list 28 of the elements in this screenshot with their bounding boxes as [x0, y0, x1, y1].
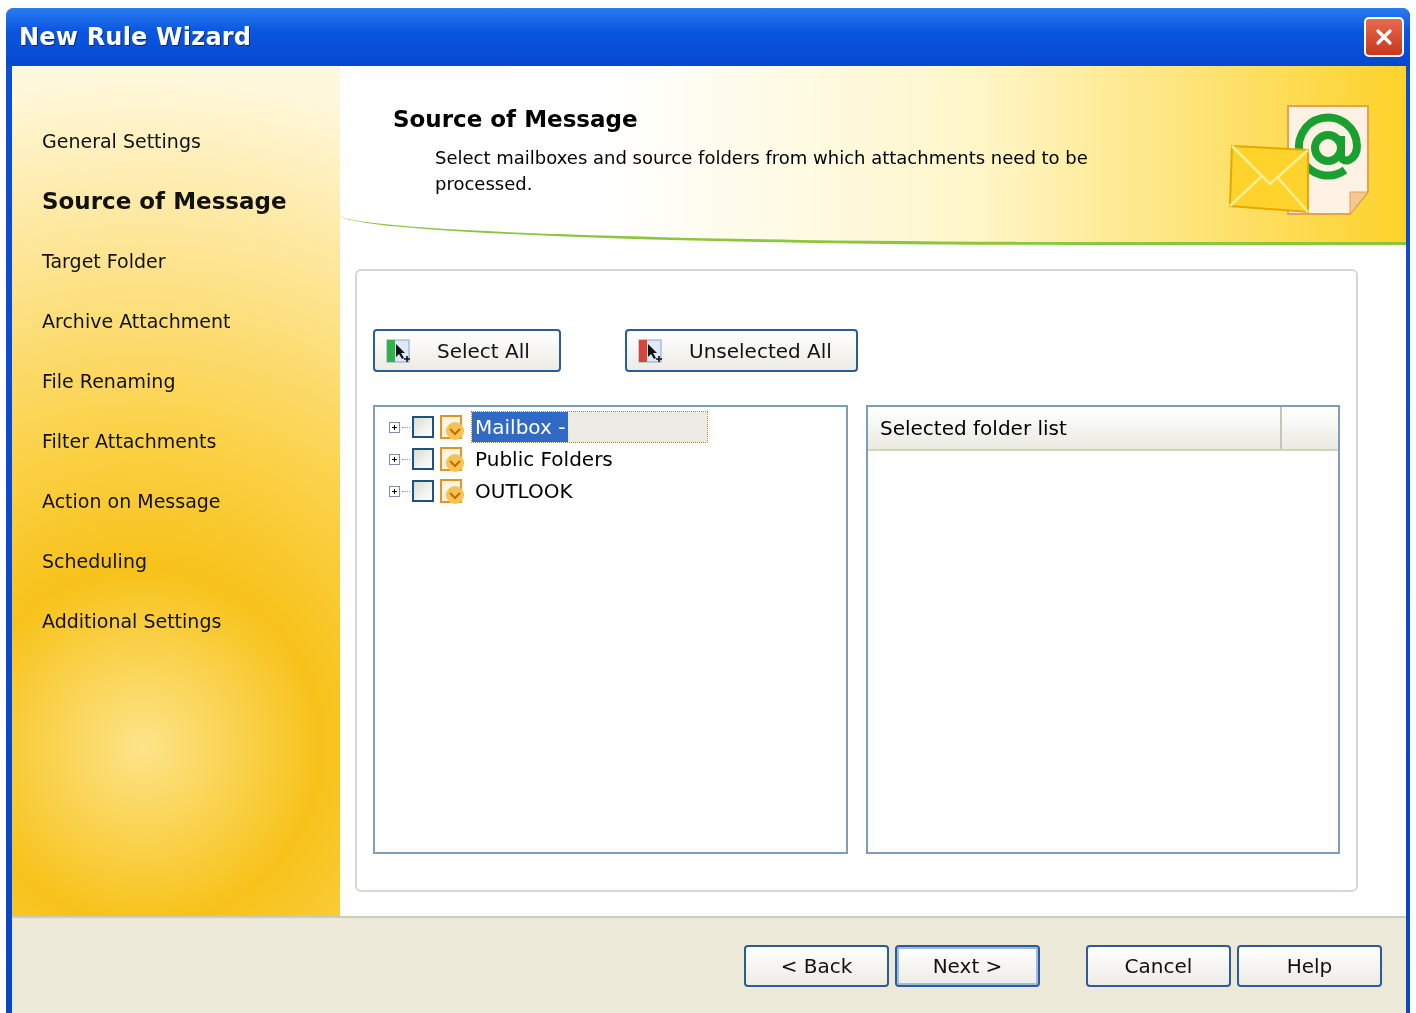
- expand-icon[interactable]: [389, 453, 400, 465]
- wizard-step[interactable]: General Settings: [42, 110, 340, 170]
- page-title: Source of Message: [393, 106, 639, 132]
- wizard-step[interactable]: File Renaming: [42, 350, 340, 410]
- wizard-button[interactable]: Help: [1237, 944, 1382, 987]
- wizard-step[interactable]: Filter Attachments: [42, 410, 340, 470]
- wizard-step[interactable]: Additional Settings: [42, 590, 340, 650]
- checkbox[interactable]: [412, 480, 434, 502]
- wizard-button[interactable]: < Back: [744, 944, 889, 987]
- page-description: Select mailboxes and source folders from which attachments need to be processed.: [435, 146, 1089, 196]
- checkbox[interactable]: [412, 448, 434, 470]
- tree-item[interactable]: Public Folders: [472, 444, 616, 474]
- wizard-step[interactable]: Scheduling: [42, 530, 340, 590]
- wizard-button[interactable]: Next >: [895, 944, 1040, 987]
- select-all-button[interactable]: Select All: [373, 329, 561, 372]
- wizard-button[interactable]: Cancel: [1086, 944, 1231, 987]
- wizard-step[interactable]: Action on Message: [42, 470, 340, 530]
- close-button[interactable]: [1364, 17, 1404, 57]
- checkbox[interactable]: [412, 416, 434, 438]
- tree-item[interactable]: Mailbox -: [472, 412, 707, 442]
- window-title: New Rule Wizard: [19, 23, 252, 51]
- unselect-all-button[interactable]: Unselected All: [625, 329, 858, 372]
- tree-item[interactable]: OUTLOOK: [472, 476, 576, 506]
- expand-icon[interactable]: [389, 485, 400, 497]
- wizard-step[interactable]: Target Folder: [42, 230, 340, 290]
- wizard-step[interactable]: Archive Attachment: [42, 290, 340, 350]
- expand-icon[interactable]: [389, 421, 400, 433]
- wizard-step[interactable]: Source of Message: [42, 170, 340, 230]
